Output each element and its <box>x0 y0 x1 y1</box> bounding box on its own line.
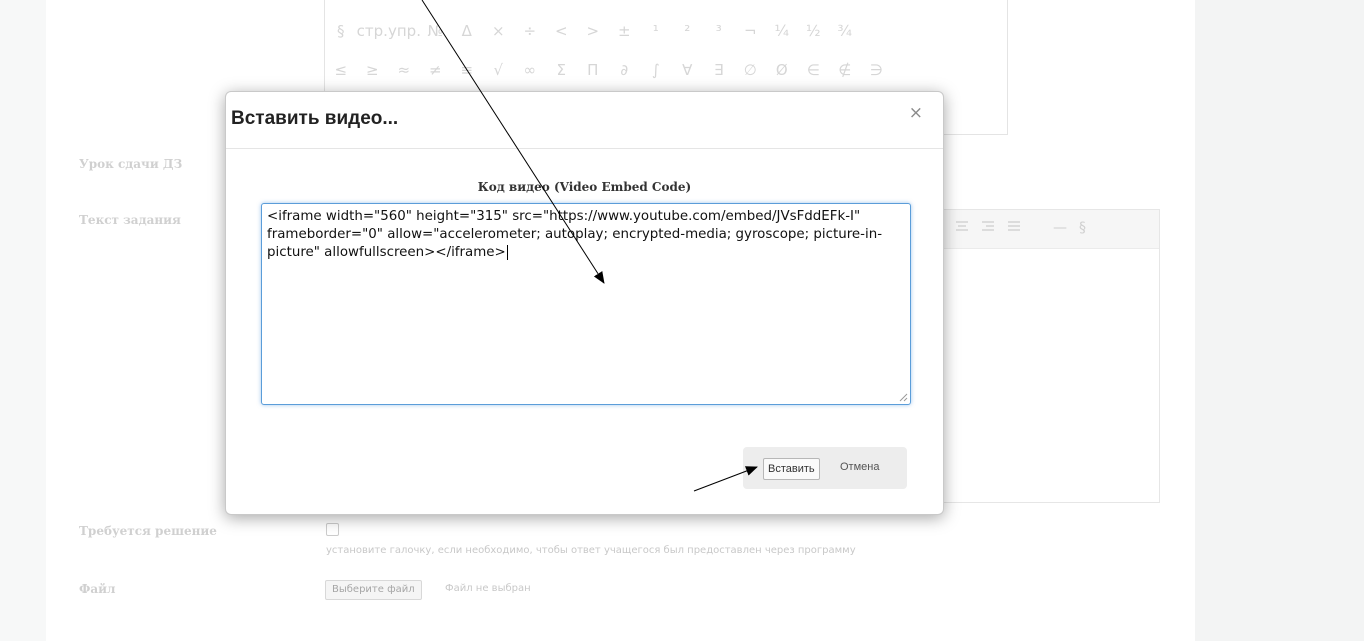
special-char-button[interactable]: № <box>420 22 452 40</box>
special-char-button[interactable]: ≈ <box>388 61 420 79</box>
special-char-button[interactable]: > <box>577 22 609 40</box>
special-char-button[interactable]: ∃ <box>703 61 735 79</box>
special-char-button[interactable]: упр. <box>388 22 421 40</box>
special-char-button[interactable]: Σ <box>546 61 578 79</box>
special-char-button[interactable]: √ <box>483 61 515 79</box>
dialog-title: Вставить видео... <box>231 108 399 129</box>
special-char-button[interactable]: ∋ <box>861 61 893 79</box>
embed-code-text: <iframe width="560" height="315" src="ht… <box>267 209 883 260</box>
file-label: Файл <box>79 582 116 596</box>
resize-grip-icon[interactable] <box>899 393 908 402</box>
special-char-button[interactable]: Δ <box>451 22 483 40</box>
lesson-label: Урок сдачи ДЗ <box>79 157 183 171</box>
toolbar-icon-group: — § <box>955 220 1086 236</box>
solution-required-hint: установите галочку, если необходимо, что… <box>326 545 856 556</box>
special-char-button[interactable]: стр. <box>357 22 389 40</box>
embed-code-label: Код видео (Video Embed Code) <box>477 180 692 194</box>
special-char-button[interactable]: ≤ <box>325 61 357 79</box>
special-char-button[interactable]: ∅ <box>735 61 767 79</box>
special-char-button[interactable]: ÷ <box>514 22 546 40</box>
special-char-button[interactable]: ² <box>672 22 704 40</box>
align-center-icon[interactable] <box>955 220 969 236</box>
left-margin <box>0 0 46 641</box>
special-char-button[interactable]: ¬ <box>735 22 767 40</box>
align-right-icon[interactable] <box>981 220 995 236</box>
right-margin <box>1195 0 1364 641</box>
dialog-header: Вставить видео... × <box>226 92 943 149</box>
special-char-button[interactable]: ∫ <box>640 61 672 79</box>
solution-required-checkbox[interactable] <box>326 523 339 536</box>
special-char-button[interactable]: < <box>546 22 578 40</box>
special-char-button[interactable]: ∈ <box>798 61 830 79</box>
special-char-button[interactable]: ¹ <box>640 22 672 40</box>
special-char-row-1: § стр. упр. № Δ × ÷ < > ± ¹ ² ³ ¬ ¼ ½ ¾ <box>325 22 861 40</box>
special-char-button[interactable]: ≡ <box>451 61 483 79</box>
special-char-button[interactable]: ∂ <box>609 61 641 79</box>
special-char-button[interactable]: ∞ <box>514 61 546 79</box>
special-char-button[interactable]: ½ <box>798 22 830 40</box>
special-char-button[interactable]: ∉ <box>829 61 861 79</box>
cancel-button[interactable]: Отмена <box>840 461 879 473</box>
solution-required-label: Требуется решение <box>79 524 217 538</box>
special-char-button[interactable]: Π <box>577 61 609 79</box>
special-char-button[interactable]: ∀ <box>672 61 704 79</box>
text-cursor <box>506 245 508 260</box>
choose-file-button[interactable]: Выберите файл <box>325 580 422 600</box>
special-char-button[interactable]: ¼ <box>766 22 798 40</box>
toolbar-separator <box>1033 220 1041 236</box>
section-sign-icon[interactable]: § <box>1079 220 1086 236</box>
file-status-text: Файл не выбран <box>445 583 531 594</box>
special-char-button[interactable]: × <box>483 22 515 40</box>
special-char-button[interactable]: ³ <box>703 22 735 40</box>
special-char-row-2: ≤ ≥ ≈ ≠ ≡ √ ∞ Σ Π ∂ ∫ ∀ ∃ ∅ Ø ∈ ∉ ∋ <box>325 61 892 79</box>
insert-button[interactable]: Вставить <box>763 458 820 480</box>
align-justify-icon[interactable] <box>1007 220 1021 236</box>
special-char-button[interactable]: ± <box>609 22 641 40</box>
special-char-button[interactable]: ≠ <box>420 61 452 79</box>
dialog-footer: Вставить Отмена <box>743 447 907 489</box>
special-char-button[interactable]: ≥ <box>357 61 389 79</box>
special-char-button[interactable]: ¾ <box>829 22 861 40</box>
embed-code-textarea[interactable]: <iframe width="560" height="315" src="ht… <box>261 203 911 405</box>
task-text-label: Текст задания <box>79 213 181 227</box>
insert-video-dialog: Вставить видео... × Код видео (Video Emb… <box>225 91 944 515</box>
close-icon[interactable]: × <box>909 103 923 123</box>
special-char-button[interactable]: Ø <box>766 61 798 79</box>
special-char-button[interactable]: § <box>325 22 357 40</box>
horizontal-rule-icon[interactable]: — <box>1053 220 1067 236</box>
